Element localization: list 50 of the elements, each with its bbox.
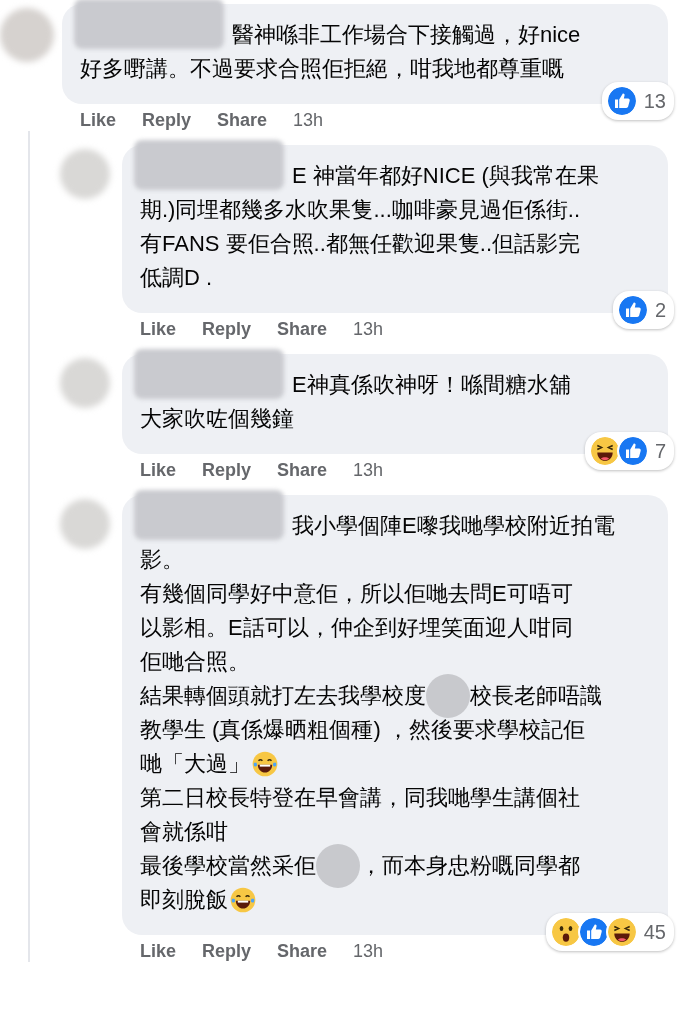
comment-text: 有幾個同學好中意佢，所以佢哋去問E可唔可 — [140, 580, 573, 608]
like-link[interactable]: Like — [80, 110, 117, 131]
comment-text: 醫神喺非工作場合下接觸過，好nice — [232, 21, 581, 49]
reaction-summary[interactable]: 7 — [584, 432, 674, 470]
blurred-text — [426, 674, 470, 718]
like-link[interactable]: Like — [140, 460, 177, 481]
comment-text: 以影相。E話可以，仲企到好埋笑面迎人咁同 — [140, 614, 573, 642]
comment-text: 教學生 (真係爆晒粗個種) ，然後要求學校記佢 — [140, 716, 585, 744]
laughing-tears-icon — [252, 751, 278, 777]
share-link[interactable]: Share — [277, 460, 328, 481]
comment-text: 結果轉個頭就打左去我學校度 — [140, 682, 426, 710]
comment-text: 有FANS 要佢合照..都無任歡迎果隻..但話影完 — [140, 230, 581, 258]
share-link[interactable]: Share — [277, 319, 328, 340]
blurred-avatar — [60, 499, 110, 549]
reaction-summary[interactable]: 13 — [601, 82, 674, 120]
laughing-tears-icon — [230, 887, 256, 913]
comment-text: 期.)同埋都幾多水吹果隻...咖啡豪見過佢係街.. — [140, 196, 580, 224]
comment-text: 哋「大過」 — [140, 750, 250, 778]
like-link[interactable]: Like — [140, 319, 177, 340]
timestamp[interactable]: 13h — [353, 319, 384, 340]
share-link[interactable]: Share — [277, 941, 328, 962]
comment-text: ，而本身忠粉嘅同學都 — [360, 852, 580, 880]
comment-text: 大家吹咗個幾鐘 — [140, 405, 294, 433]
share-link[interactable]: Share — [217, 110, 268, 131]
reply-link[interactable]: Reply — [202, 941, 252, 962]
reply-link[interactable]: Reply — [202, 460, 252, 481]
blurred-avatar — [0, 8, 54, 62]
reply-link[interactable]: Reply — [142, 110, 192, 131]
comment-text: E 神當年都好NICE (與我常在果 — [292, 162, 599, 190]
blurred-text — [316, 844, 360, 888]
comment-text: 最後學校當然采佢 — [140, 852, 316, 880]
reaction-summary[interactable]: 45 — [545, 913, 674, 951]
like-link[interactable]: Like — [140, 941, 177, 962]
comment-text: 佢哋合照。 — [140, 648, 250, 676]
comment-text: E神真係吹神呀！喺間糖水舖 — [292, 371, 571, 399]
blurred-avatar — [60, 149, 110, 199]
comment-text: 好多嘢講。不過要求合照佢拒絕，咁我地都尊重嘅 — [80, 55, 564, 83]
comment-text: 影。 — [140, 546, 184, 574]
reply-link[interactable]: Reply — [202, 319, 252, 340]
timestamp[interactable]: 13h — [353, 460, 384, 481]
comment-text: 即刻脫飯 — [140, 886, 228, 914]
reaction-summary[interactable]: 2 — [612, 291, 674, 329]
timestamp[interactable]: 13h — [353, 941, 384, 962]
comment-text: 第二日校長特登在早會講，同我哋學生講個社 — [140, 784, 580, 812]
comment-text: 低調D . — [140, 264, 213, 292]
comment-text: 我小學個陣E嚟我哋學校附近拍電 — [292, 512, 615, 540]
timestamp[interactable]: 13h — [293, 110, 324, 131]
comment-text: 校長老師唔識 — [470, 682, 602, 710]
comment-text: 會就係咁 — [140, 818, 228, 846]
blurred-avatar — [60, 358, 110, 408]
